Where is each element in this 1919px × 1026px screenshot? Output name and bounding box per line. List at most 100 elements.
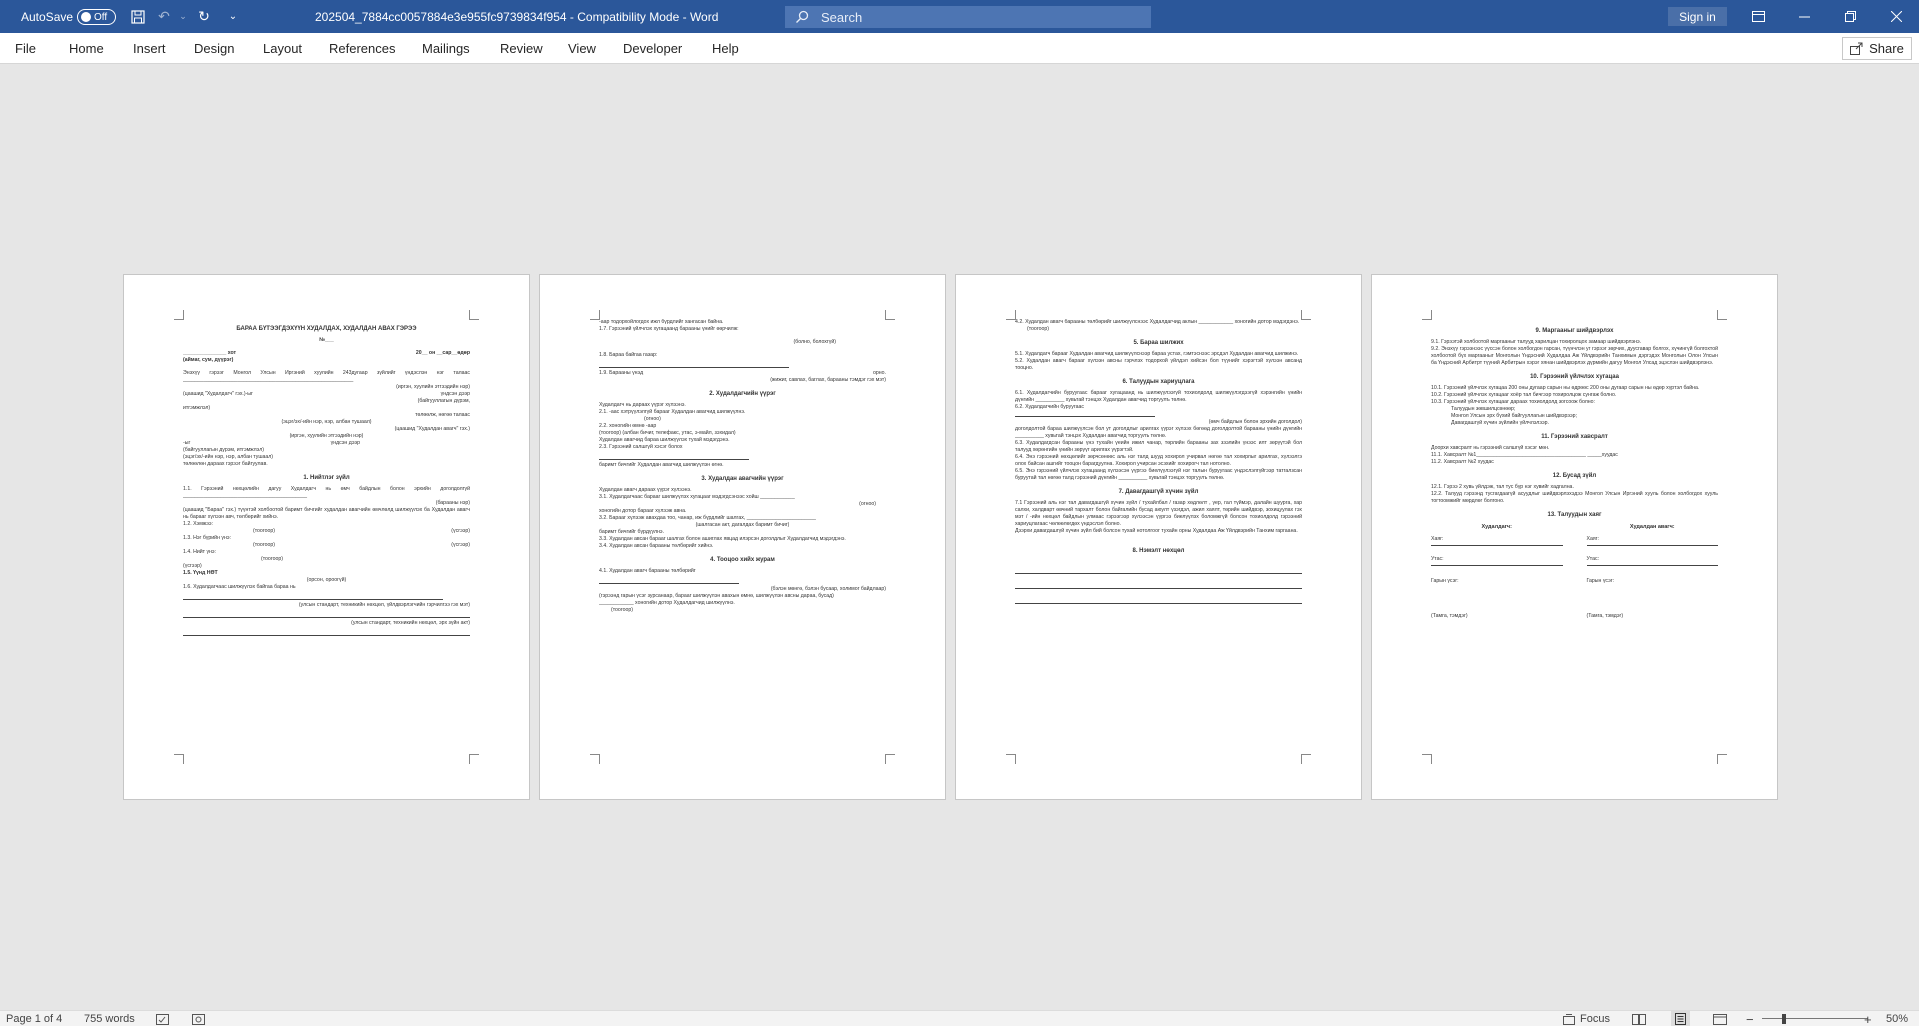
- tab-references[interactable]: References: [329, 33, 395, 64]
- save-icon[interactable]: [127, 0, 149, 33]
- text-line: орно.: [873, 370, 886, 376]
- clause: доголдолтой бараа шилжүүлсэн бол ут дого…: [1015, 426, 1302, 439]
- clause: 10.2. Гэрээний үйлчлэх хугацааг хоёр тал…: [1431, 392, 1617, 398]
- buyer-stamp: (Тамга, тэмдэг): [1586, 613, 1624, 619]
- page-4[interactable]: 9. Маргааныг шийдвэрлэх 9.1. Гэрээтэй хо…: [1371, 274, 1778, 800]
- text-line: (тоогоор): [1027, 326, 1049, 332]
- clause: Дээрхи давагдашгүй хүчин зүйл бий болсон…: [1015, 528, 1298, 534]
- seller-signature: Гарын үсэг:: [1431, 578, 1459, 584]
- clause: 9.1. Гэрээтэй холбоотой маргааныг талууд…: [1431, 339, 1642, 345]
- focus-mode-icon[interactable]: [1563, 1011, 1575, 1026]
- undo-dropdown-icon[interactable]: ⌄: [172, 0, 194, 33]
- tab-mailings[interactable]: Mailings: [422, 33, 470, 64]
- focus-label[interactable]: Focus: [1580, 1011, 1610, 1026]
- ribbon-tabs: File Home Insert Design Layout Reference…: [0, 33, 1919, 64]
- page-2[interactable]: -аар тодорхойлогдох ижл бүрдлийг хангаса…: [539, 274, 946, 800]
- clause: 4.1. Худалдан авагч барааны төлбөрийг: [599, 568, 696, 574]
- clause: 4.2. Худалдан авагч барааны төлбөрийг ши…: [1015, 319, 1300, 325]
- region-line: (аймаг, сум, дүүрэг): [183, 357, 234, 363]
- clause: 7.1 Гэрээний аль нэг тал давагдашгүй хүч…: [1015, 500, 1302, 527]
- text-line: (шалгасан акт, дагалдах баримт бичиг): [695, 522, 790, 528]
- text-row: (цаашид "Худалдагч" гэх.)-ыг үндсэн дээр: [183, 391, 470, 398]
- share-icon: [1850, 42, 1863, 55]
- blank-line: [599, 359, 789, 368]
- read-mode-icon[interactable]: [1632, 1011, 1646, 1026]
- clause: 1.4. Нийт үнэ:: [183, 549, 216, 555]
- signature-block: Худалдагч: Хаяг: Утас: Гарын үсэг: (Тамг…: [1431, 524, 1718, 648]
- print-layout-icon[interactable]: [1671, 1011, 1690, 1026]
- proofing-icon[interactable]: [156, 1011, 169, 1026]
- contract-number: №___: [319, 337, 334, 343]
- buyer-heading: Худалдан авагч:: [1629, 524, 1675, 530]
- text-line: Худалдагч нь дараах үүрэг хүлээнэ.: [599, 402, 686, 408]
- clause: 5.1. Худалдагч барааг Худалдан авагчид ш…: [1015, 351, 1299, 357]
- crop-mark: [1301, 310, 1311, 320]
- seller-column: Худалдагч: Хаяг: Утас: Гарын үсэг: (Тамг…: [1431, 524, 1563, 648]
- text-line: (болно, болохгүй): [793, 339, 837, 345]
- section-heading: 10. Гэрээний үйлчлэх хугацаа: [1530, 374, 1619, 380]
- text-line: (гэрээнд гарын үсэг зурсанаар, барааг ши…: [599, 593, 834, 599]
- page-content: -аар тодорхойлогдох ижл бүрдлийг хангаса…: [599, 319, 886, 759]
- list-item: Монгол Улсын эрх бүхий байгууллагын шийд…: [1451, 413, 1718, 420]
- zoom-slider-track[interactable]: [1762, 1018, 1868, 1019]
- tab-developer[interactable]: Developer: [623, 33, 682, 64]
- text-line: (байгууллагын дүрэм,: [417, 398, 470, 404]
- clause: 1.5. Үүнд НӨТ: [183, 570, 218, 576]
- page-3[interactable]: 4.2. Худалдан авагч барааны төлбөрийг ши…: [955, 274, 1362, 800]
- clause: 11.2. Хавсралт №2 хуудас: [1431, 459, 1494, 465]
- text-line: Доорхи хавсралт нь гэрээний салшгүй хэсэ…: [1431, 445, 1550, 451]
- seller-stamp: (Тамга, тэмдэг): [1431, 613, 1468, 619]
- customize-quick-access-icon[interactable]: ⌄: [222, 0, 244, 33]
- buyer-column: Худалдан авагч: Хаяг: Утас: Гарын үсэг: …: [1586, 524, 1718, 648]
- section-heading: 3. Худалдан авагчийн үүрэг: [701, 476, 784, 482]
- text-line: баримт бичгийг бүрдүүлнэ.: [599, 529, 665, 535]
- redo-icon[interactable]: ↻: [193, 0, 215, 33]
- clause: 1.6. Худалдагчаас шилжүүлэх байгаа бараа…: [183, 584, 296, 590]
- ribbon-display-options-icon[interactable]: [1735, 0, 1781, 33]
- tab-help[interactable]: Help: [712, 33, 739, 64]
- tab-layout[interactable]: Layout: [263, 33, 302, 64]
- section-heading: 8. Нэмэлт нөхцөл: [1132, 548, 1185, 554]
- search-icon: [796, 10, 809, 23]
- autosave-toggle[interactable]: Off: [77, 9, 116, 25]
- clause: 3.2. Барааг хүлээж авахдаа тоо, чанар, и…: [599, 515, 816, 521]
- clause: 1.3. Нэг бүрийн үнэ:: [183, 535, 231, 541]
- list-item-text: Талуудын зөвшилцсөнөөр;: [1451, 406, 1516, 412]
- minimize-icon[interactable]: [1781, 0, 1827, 33]
- macro-recording-icon[interactable]: [192, 1011, 205, 1026]
- word-count[interactable]: 755 words: [84, 1011, 135, 1026]
- text-line: ____________ хоногийн дотор Худалдагчид …: [599, 600, 735, 606]
- blank-line: [599, 451, 749, 460]
- list-item-text: Монгол Улсын эрх бүхий байгууллагын шийд…: [1451, 413, 1578, 419]
- text-line: хоногийн дотор барааг хүлээж авна.: [599, 508, 687, 514]
- clause: 6.3. Худалдагдсан барааны үнэ тухайн үеи…: [1015, 440, 1302, 453]
- tab-review[interactable]: Review: [500, 33, 543, 64]
- text-line: (огноо): [859, 501, 876, 507]
- search-box[interactable]: Search: [785, 6, 1151, 28]
- text-line: баримт бичгийг Худалдан авагчид шилжүүлэ…: [599, 462, 724, 468]
- page-count[interactable]: Page 1 of 4: [6, 1011, 62, 1026]
- tab-view[interactable]: View: [568, 33, 596, 64]
- tab-file[interactable]: File: [15, 33, 36, 64]
- text-line: (эцэг/эх/-ийн нэр, нэр, албан тушаал): [281, 419, 372, 425]
- zoom-in-icon[interactable]: +: [1864, 1011, 1872, 1026]
- close-icon[interactable]: [1873, 0, 1919, 33]
- tab-home[interactable]: Home: [69, 33, 104, 64]
- clause: 2.3. Гэрээний салшгүй хэсэг болох: [599, 444, 683, 450]
- tab-design[interactable]: Design: [194, 33, 234, 64]
- crop-mark: [469, 754, 479, 764]
- zoom-slider-thumb[interactable]: [1782, 1014, 1786, 1024]
- page-content: 4.2. Худалдан авагч барааны төлбөрийг ши…: [1015, 319, 1302, 759]
- share-button[interactable]: Share: [1842, 37, 1912, 60]
- section-heading: 5. Бараа шилжих: [1133, 340, 1184, 346]
- document-canvas[interactable]: БАРАА БҮТЭЭГДЭХҮҮН ХУДАЛДАХ, ХУДАЛДАН АВ…: [0, 64, 1919, 1010]
- zoom-out-icon[interactable]: −: [1746, 1011, 1754, 1026]
- text-line: 1.9. Барааны үнэд: [599, 370, 644, 376]
- page-1[interactable]: БАРАА БҮТЭЭГДЭХҮҮН ХУДАЛДАХ, ХУДАЛДАН АВ…: [123, 274, 530, 800]
- restore-icon[interactable]: [1827, 0, 1873, 33]
- clause: 2.1. -ааc хэтрүүлэлгүй барааг Худалдан а…: [599, 409, 746, 415]
- tab-insert[interactable]: Insert: [133, 33, 166, 64]
- sign-in-button[interactable]: Sign in: [1668, 7, 1727, 26]
- zoom-level[interactable]: 50%: [1886, 1011, 1908, 1026]
- web-layout-icon[interactable]: [1713, 1011, 1727, 1026]
